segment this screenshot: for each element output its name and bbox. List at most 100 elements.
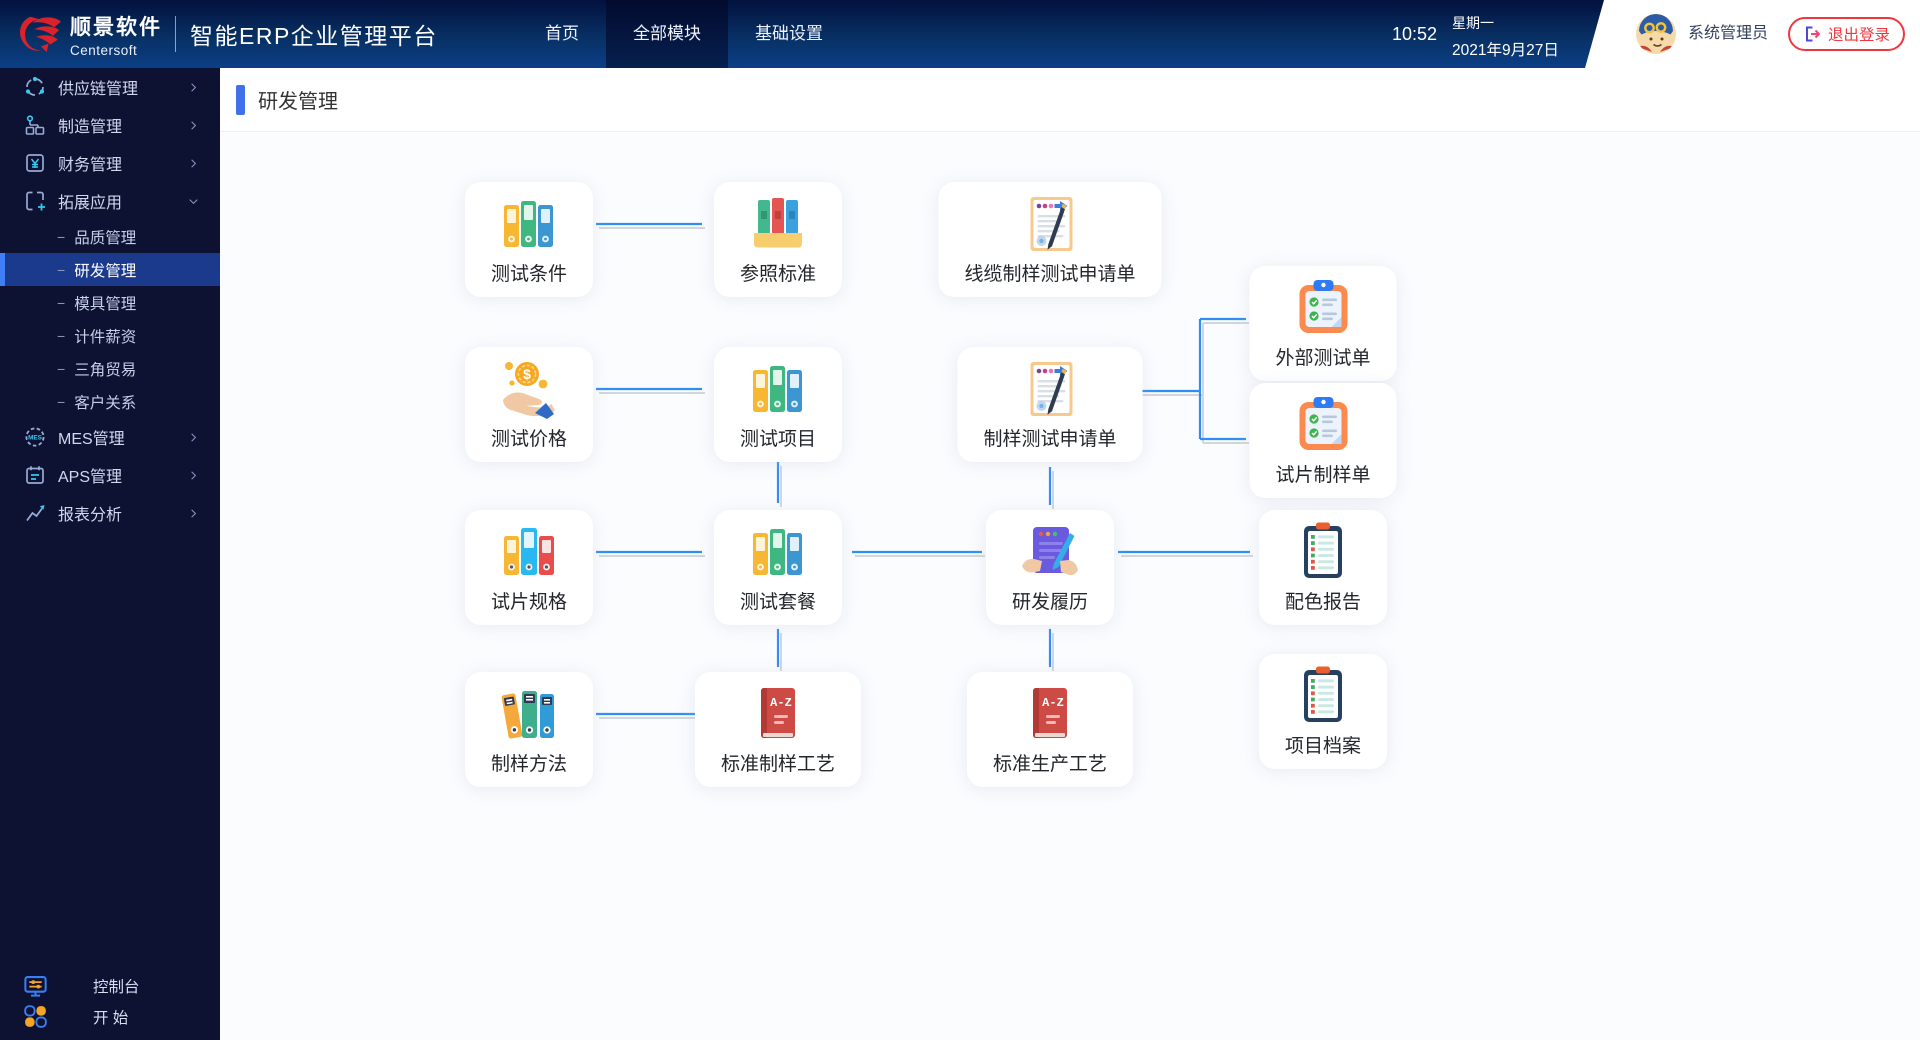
sidebar-subitem-rd-management[interactable]: − 研发管理: [0, 253, 220, 286]
brand-name: 顺景软件: [70, 11, 162, 41]
chevron-right-icon: [187, 469, 200, 482]
document-pen-icon: [1018, 357, 1082, 421]
module-flowchart: 测试条件 参照标准 线缆制样测试申请单 测试价格 测试项目 制样测试申请单 外部…: [220, 132, 1920, 1039]
sidebar-subitem-piece-wage[interactable]: − 计件薪资: [0, 319, 220, 352]
tab-home[interactable]: 首页: [518, 0, 606, 68]
flow-node-project-archive[interactable]: 项目档案: [1259, 654, 1387, 769]
flow-node-label: 标准制样工艺: [721, 749, 835, 776]
subitem-dash: −: [57, 295, 65, 311]
page-title: 研发管理: [258, 85, 338, 114]
sidebar-subitem-label: 三角贸易: [74, 358, 136, 380]
subitem-dash: −: [57, 328, 65, 344]
centersoft-logo-icon: [16, 12, 62, 56]
flow-node-reference-standards[interactable]: 参照标准: [714, 182, 842, 297]
flow-node-sample-test-request[interactable]: 制样测试申请单: [957, 347, 1142, 462]
date-label: 2021年9月27日: [1452, 38, 1559, 60]
sidebar-subitem-label: 计件薪资: [74, 325, 136, 347]
finance-icon: [23, 151, 47, 175]
main-content: 研发管理: [220, 68, 1920, 1040]
flow-node-label: 测试价格: [491, 424, 567, 451]
sidebar-item-manufacturing[interactable]: 制造管理: [0, 106, 220, 144]
sidebar-item-aps[interactable]: APS管理: [0, 456, 220, 494]
mes-icon: [23, 425, 47, 449]
tab-basic-settings[interactable]: 基础设置: [728, 0, 850, 68]
flow-node-label: 试片规格: [491, 587, 567, 614]
console-button[interactable]: 控制台: [0, 970, 220, 1001]
flow-node-test-conditions[interactable]: 测试条件: [465, 182, 593, 297]
flow-node-external-test-form[interactable]: 外部测试单: [1249, 266, 1396, 381]
manufacturing-icon: [23, 113, 47, 137]
sidebar-item-extensions[interactable]: 拓展应用: [0, 182, 220, 220]
logout-button[interactable]: 退出登录: [1788, 17, 1905, 51]
subitem-dash: −: [57, 361, 65, 377]
sidebar-menu: 供应链管理 制造管理 财务管理 拓展应用 − 品质管理 − 研发管理 − 模具管…: [0, 68, 220, 1040]
flow-node-label: 标准生产工艺: [993, 749, 1107, 776]
purple-document-hands-icon: [1018, 520, 1082, 584]
start-button[interactable]: 开 始: [0, 1001, 220, 1032]
flow-node-label: 研发履历: [1012, 587, 1088, 614]
extensions-icon: [23, 189, 47, 213]
document-pen-icon: [1018, 192, 1082, 256]
binders-yellow-green-blue-icon: [746, 357, 810, 421]
sidebar-subitem-quality[interactable]: − 品质管理: [0, 220, 220, 253]
hand-coins-icon: [497, 357, 561, 421]
brand-name-en: Centersoft: [70, 43, 162, 58]
flow-node-label: 试片制样单: [1275, 460, 1370, 487]
az-red-book-icon: [746, 682, 810, 746]
logout-icon: [1803, 25, 1821, 43]
flow-node-sample-method[interactable]: 制样方法: [465, 672, 593, 787]
logout-label: 退出登录: [1828, 23, 1890, 45]
flow-node-standard-production-process[interactable]: 标准生产工艺: [967, 672, 1133, 787]
flow-node-test-items[interactable]: 测试项目: [714, 347, 842, 462]
avatar-image: [1636, 14, 1676, 54]
flow-node-label: 线缆制样测试申请单: [964, 259, 1135, 286]
flow-node-color-report[interactable]: 配色报告: [1259, 510, 1387, 625]
chevron-right-icon: [187, 81, 200, 94]
supply-chain-icon: [23, 75, 47, 99]
clipboard-navy-icon: [1291, 520, 1355, 584]
chevron-right-icon: [187, 119, 200, 132]
chevron-right-icon: [187, 431, 200, 444]
flow-node-test-package[interactable]: 测试套餐: [714, 510, 842, 625]
clock-time: 10:52: [1392, 0, 1437, 68]
sidebar-subitem-mold[interactable]: − 模具管理: [0, 286, 220, 319]
flow-node-test-piece-sample-form[interactable]: 试片制样单: [1249, 383, 1396, 498]
clipboard-navy-icon: [1291, 664, 1355, 728]
sidebar-item-label: 拓展应用: [58, 189, 122, 213]
chevron-right-icon: [187, 157, 200, 170]
brand-logo-text: 顺景软件 Centersoft: [70, 11, 162, 58]
flow-node-label: 测试项目: [740, 424, 816, 451]
subitem-dash: −: [57, 394, 65, 410]
flow-node-label: 参照标准: [740, 259, 816, 286]
sidebar-item-report-analysis[interactable]: 报表分析: [0, 494, 220, 532]
sidebar-footer: 控制台 开 始: [0, 970, 220, 1032]
sidebar-subitem-triangle-trade[interactable]: − 三角贸易: [0, 352, 220, 385]
flow-node-test-piece-spec[interactable]: 试片规格: [465, 510, 593, 625]
flow-node-label: 配色报告: [1285, 587, 1361, 614]
sidebar-item-finance[interactable]: 财务管理: [0, 144, 220, 182]
books-shelf-icon: [746, 192, 810, 256]
sidebar-subitem-crm[interactable]: − 客户关系: [0, 385, 220, 418]
flow-node-rd-history[interactable]: 研发履历: [986, 510, 1114, 625]
flow-node-label: 制样测试申请单: [983, 424, 1116, 451]
binders-yellow-green-blue-icon: [497, 192, 561, 256]
console-icon: [22, 972, 49, 999]
page-title-bar: 研发管理: [220, 68, 1920, 132]
sidebar-item-label: APS管理: [58, 463, 122, 487]
sidebar-subitem-label: 品质管理: [74, 226, 136, 248]
sidebar-item-supply-chain[interactable]: 供应链管理: [0, 68, 220, 106]
aps-icon: [23, 463, 47, 487]
flow-node-label: 测试套餐: [740, 587, 816, 614]
date-block: 星期一 2021年9月27日: [1452, 13, 1559, 60]
flow-node-cable-sample-test-request[interactable]: 线缆制样测试申请单: [938, 182, 1161, 297]
sidebar-item-mes[interactable]: MES管理: [0, 418, 220, 456]
app-title: 智能ERP企业管理平台: [190, 17, 438, 51]
flow-node-label: 项目档案: [1285, 731, 1361, 758]
top-header: 顺景软件 Centersoft 智能ERP企业管理平台 首页 全部模块 基础设置…: [0, 0, 1920, 68]
flow-node-standard-sample-process[interactable]: 标准制样工艺: [695, 672, 861, 787]
flow-node-test-price[interactable]: 测试价格: [465, 347, 593, 462]
clipboard-orange-icon: [1291, 393, 1355, 457]
tab-all-modules[interactable]: 全部模块: [606, 0, 728, 68]
flow-node-label: 外部测试单: [1275, 343, 1370, 370]
user-avatar[interactable]: [1636, 14, 1676, 54]
